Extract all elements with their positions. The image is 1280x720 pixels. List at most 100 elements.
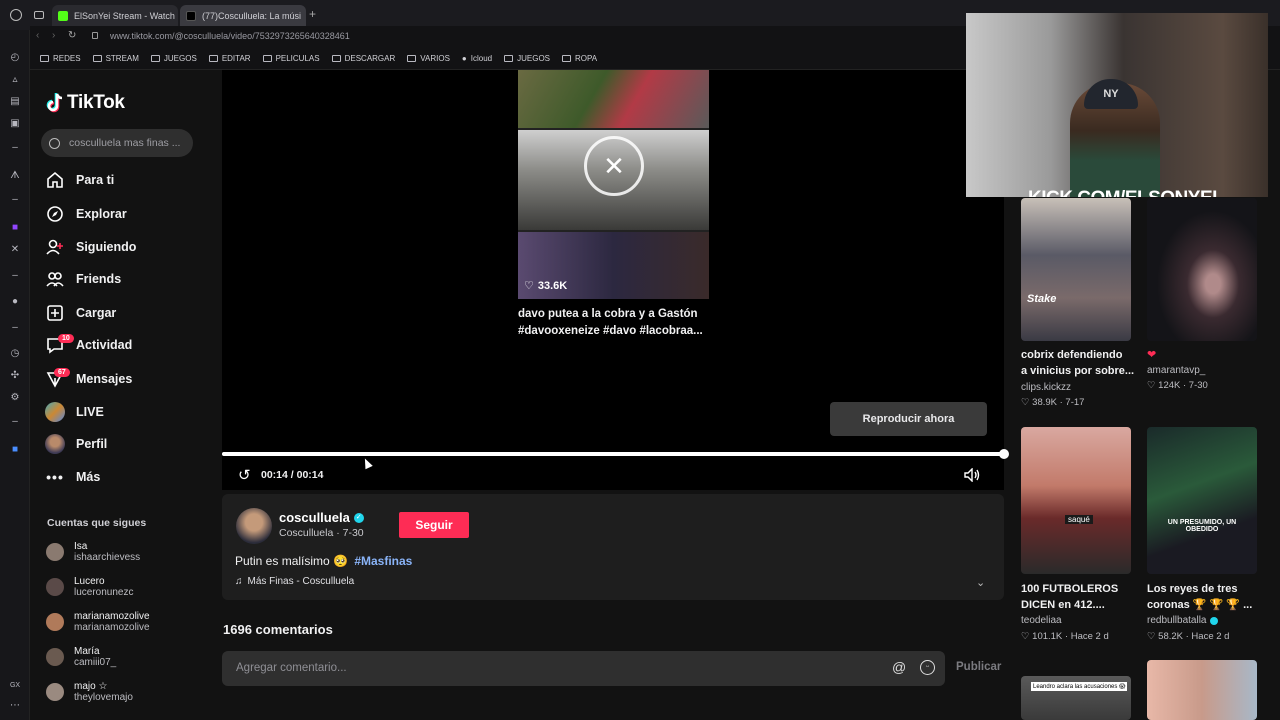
- nav-siguiendo[interactable]: Siguiendo: [44, 234, 136, 260]
- bookmark-juegos-2[interactable]: JUEGOS: [504, 54, 550, 63]
- tab-workspace-icon[interactable]: [34, 11, 44, 19]
- related-author[interactable]: amarantavp_: [1147, 365, 1205, 376]
- avatar: [46, 648, 64, 666]
- overlay-caption[interactable]: davo putea a la cobra y a Gastón #davoox…: [518, 306, 703, 340]
- nav-live[interactable]: LIVE: [44, 399, 104, 425]
- lock-icon: [92, 32, 98, 39]
- divider-icon: –: [12, 194, 18, 205]
- reload-icon[interactable]: ↻: [68, 30, 76, 41]
- more-dots-icon[interactable]: ⋯: [9, 700, 21, 712]
- following-item[interactable]: marianamozolive marianamozolive: [46, 607, 150, 637]
- bookmark-varios[interactable]: VARIOS: [407, 54, 450, 63]
- following-item[interactable]: María camiii07_: [46, 642, 116, 672]
- player-icon[interactable]: ●: [9, 296, 21, 308]
- nav-friends[interactable]: Friends: [44, 266, 121, 292]
- nav-cargar[interactable]: Cargar: [44, 300, 116, 326]
- video-progress-handle[interactable]: [999, 449, 1009, 459]
- search-input[interactable]: cosculluela mas finas ...: [69, 137, 180, 149]
- related-title[interactable]: cobrix defendiendo a vinicius por sobre.…: [1021, 347, 1134, 379]
- replay-icon[interactable]: ↺: [238, 466, 251, 484]
- hashtag-link[interactable]: #Masfinas: [354, 554, 412, 568]
- browser-tab-stream[interactable]: ElSonYei Stream - Watch: [52, 5, 178, 27]
- bookmark-stream[interactable]: STREAM: [92, 54, 139, 63]
- search-box[interactable]: cosculluela mas finas ...: [41, 129, 193, 157]
- tiktok-logo[interactable]: TikTok: [46, 92, 125, 114]
- back-icon[interactable]: ‹: [36, 30, 39, 41]
- author-name[interactable]: cosculluela ✓: [279, 510, 364, 525]
- tiktok-sidebar: TikTok cosculluela mas finas ... Para ti…: [30, 70, 212, 720]
- kick-favicon-icon: [58, 11, 68, 21]
- mail-icon[interactable]: ▣: [9, 118, 21, 130]
- nav-mas[interactable]: ••• Más: [44, 464, 100, 490]
- folder-icon: [40, 55, 49, 62]
- following-item[interactable]: Lucero luceronunezc: [46, 572, 133, 602]
- bookmark-ropa[interactable]: ROPA: [562, 54, 597, 63]
- related-thumbnail[interactable]: UN PRESUMIDO, UN OBEDIDO: [1147, 427, 1257, 574]
- following-item[interactable]: Isa ishaarchievess: [46, 537, 140, 567]
- video-player[interactable]: ✕ ♡ 33.6K davo putea a la cobra y a Gastó…: [222, 70, 1004, 490]
- comment-input-box[interactable]: Agregar comentario... @ ᵕ: [222, 651, 945, 686]
- author-subtitle: Cosculluela · 7-30: [279, 527, 364, 539]
- nav-para-ti[interactable]: Para ti: [44, 167, 114, 193]
- aria-icon[interactable]: ▵: [9, 74, 21, 86]
- x-twitter-icon[interactable]: ✕: [9, 244, 21, 256]
- bookmark-icloud[interactable]: ● Icloud: [462, 54, 492, 63]
- app-icon[interactable]: ■: [9, 444, 21, 456]
- opera-logo-icon[interactable]: [10, 9, 22, 21]
- related-thumbnail[interactable]: Stake: [1021, 198, 1131, 341]
- related-title[interactable]: ❤: [1147, 347, 1156, 363]
- history-icon[interactable]: ◷: [9, 348, 21, 360]
- bookmark-editar[interactable]: EDITAR: [208, 54, 251, 63]
- nav-actividad[interactable]: Actividad: [44, 332, 132, 358]
- speed-dial-icon[interactable]: ◴: [9, 52, 21, 64]
- twitch-icon[interactable]: ■: [9, 222, 21, 234]
- extensions-icon[interactable]: ✣: [9, 370, 21, 382]
- url-text[interactable]: www.tiktok.com/@cosculluela/video/753297…: [110, 31, 350, 41]
- bookmark-descargar[interactable]: DESCARGAR: [331, 54, 395, 63]
- avatar: [46, 543, 64, 561]
- play-now-button[interactable]: Reproducir ahora: [830, 402, 987, 436]
- related-thumbnail[interactable]: saqué: [1021, 427, 1131, 574]
- folder-icon: [150, 55, 160, 62]
- heart-icon: ♡: [1021, 397, 1033, 408]
- related-thumbnail[interactable]: [1147, 660, 1257, 720]
- related-thumbnail[interactable]: Leandro aclara las acusaciones 😱: [1021, 676, 1131, 720]
- mention-icon[interactable]: @: [892, 659, 906, 675]
- bookmark-peliculas[interactable]: PELICULAS: [262, 54, 320, 63]
- bookmark-redes[interactable]: REDES: [40, 54, 81, 63]
- webcam-overlay: NY KICK.COM/ELSONYEI: [966, 13, 1268, 197]
- following-item[interactable]: majo ☆ theylovemajo: [46, 677, 133, 707]
- comment-input[interactable]: Agregar comentario...: [236, 662, 347, 674]
- music-row[interactable]: ♫ Más Finas - Cosculluela: [235, 576, 354, 587]
- verified-icon: [1209, 616, 1218, 625]
- folder-icon: [331, 55, 341, 62]
- wallet-icon[interactable]: ▤: [9, 96, 21, 108]
- related-stats: ♡ 38.9K · 7-17: [1021, 397, 1085, 408]
- forward-icon[interactable]: ›: [52, 30, 55, 41]
- emoji-icon[interactable]: ᵕ: [920, 660, 935, 675]
- settings-gear-icon[interactable]: ⚙: [9, 392, 21, 404]
- author-avatar[interactable]: [236, 508, 272, 544]
- gx-icon[interactable]: GX: [9, 680, 21, 692]
- chevron-down-icon[interactable]: ⌄: [976, 576, 985, 589]
- related-title[interactable]: Los reyes de tres coronas 🏆 🏆 🏆 ...: [1147, 581, 1252, 613]
- close-icon[interactable]: ✕: [584, 136, 644, 196]
- related-author[interactable]: redbullbatalla: [1147, 615, 1218, 626]
- volume-icon[interactable]: [964, 467, 982, 487]
- bookmark-juegos[interactable]: JUEGOS: [150, 54, 197, 63]
- video-progress-track[interactable]: [222, 449, 1009, 459]
- home-icon: [44, 169, 66, 191]
- related-thumbnail[interactable]: [1147, 198, 1257, 341]
- related-author[interactable]: clips.kickzz: [1021, 382, 1071, 393]
- end-screen-video-thumbnail[interactable]: ✕ ♡ 33.6K: [518, 70, 709, 299]
- tiktok-side-icon[interactable]: ᗑ: [9, 170, 21, 182]
- browser-tab-tiktok[interactable]: (77)Cosculluela: La músi: [180, 5, 306, 27]
- nav-explorar[interactable]: Explorar: [44, 201, 127, 227]
- related-title[interactable]: 100 FUTBOLEROS DICEN en 412....: [1021, 581, 1118, 613]
- new-tab-button[interactable]: +: [309, 7, 319, 21]
- follow-button[interactable]: Seguir: [399, 512, 469, 538]
- divider-icon: –: [12, 416, 18, 427]
- nav-perfil[interactable]: Perfil: [44, 431, 107, 457]
- related-author[interactable]: teodeliaa: [1021, 615, 1062, 626]
- publish-button[interactable]: Publicar: [956, 661, 1001, 673]
